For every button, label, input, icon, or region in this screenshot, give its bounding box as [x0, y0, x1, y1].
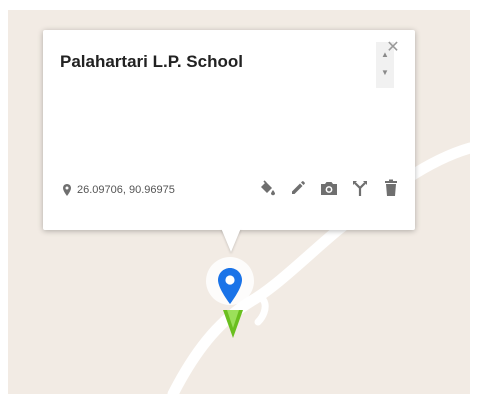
- coordinates-row: 26.09706, 90.96975: [63, 183, 175, 197]
- card-toolbar: [257, 177, 401, 199]
- card-pointer: [221, 228, 241, 252]
- close-icon[interactable]: ✕: [385, 40, 401, 56]
- camera-icon[interactable]: [319, 178, 339, 198]
- directions-fork-icon[interactable]: [350, 178, 370, 198]
- green-triangle-marker-icon[interactable]: [223, 310, 243, 338]
- trash-icon[interactable]: [381, 178, 401, 198]
- coordinates-text: 26.09706, 90.96975: [77, 184, 175, 196]
- scroll-down-icon[interactable]: ▼: [379, 68, 391, 78]
- map-pin-icon: [63, 184, 71, 196]
- pencil-icon[interactable]: [288, 178, 308, 198]
- place-info-card: Palahartari L.P. School ▲ ▼ ✕ 26.09706, …: [43, 30, 415, 252]
- blue-map-marker-icon[interactable]: [218, 268, 242, 304]
- paint-bucket-icon[interactable]: [257, 178, 277, 198]
- place-title: Palahartari L.P. School: [60, 52, 243, 71]
